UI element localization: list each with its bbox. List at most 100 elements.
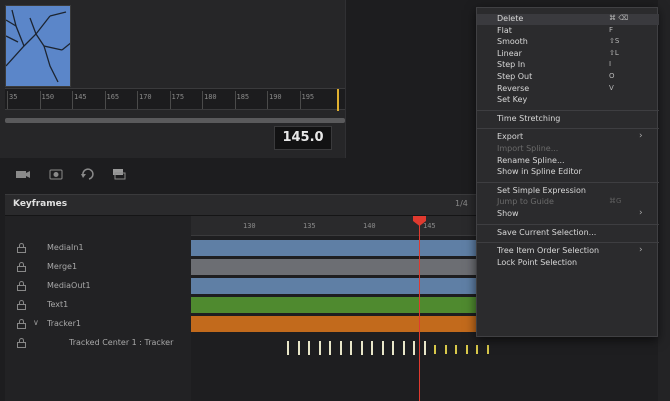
ruler-tick-label: 185 <box>236 93 250 101</box>
chevron-right-icon: › <box>639 131 643 142</box>
snapshot-icon[interactable] <box>48 166 66 180</box>
menu-item-jump-to-guide: Jump to Guide ⌘G <box>477 197 659 208</box>
keyframe-marker[interactable] <box>381 341 384 355</box>
viewer-scrub-bar[interactable] <box>5 118 345 123</box>
ruler-tick-label: 175 <box>171 93 185 101</box>
menu-item-label: Flat <box>497 25 512 35</box>
menu-item-lock-point-selection[interactable]: Lock Point Selection <box>477 258 659 269</box>
menu-item-step-in[interactable]: Step In I <box>477 60 659 71</box>
track-row-tracker1[interactable]: ∨ Tracker1 <box>5 316 191 334</box>
menu-separator <box>477 223 659 225</box>
playhead-line <box>419 216 420 401</box>
track-row-tracked-center[interactable]: Tracked Center 1 : Tracker <box>5 335 191 353</box>
lock-icon[interactable] <box>17 243 26 253</box>
menu-item-label: Save Current Selection... <box>497 227 597 237</box>
keyframe-marker[interactable] <box>434 345 436 354</box>
lock-icon[interactable] <box>17 319 26 329</box>
timeline-tick-label: 145 <box>423 222 436 230</box>
ruler-tick-line <box>234 91 236 109</box>
menu-item-reverse[interactable]: Reverse V <box>477 84 659 95</box>
refresh-icon[interactable] <box>80 166 98 180</box>
menu-item-label: Set Key <box>497 95 528 105</box>
menu-item-shortcut: I <box>609 60 612 69</box>
keyframe-marker[interactable] <box>287 341 289 355</box>
menu-item-set-key[interactable]: Set Key <box>477 95 659 106</box>
keyframe-marker[interactable] <box>350 341 352 355</box>
viewer-time-ruler[interactable]: 35 150 145 165 170 175 180 185 190 195 <box>5 88 345 111</box>
menu-item-shortcut: V <box>609 83 614 92</box>
chevron-right-icon: › <box>639 245 643 256</box>
menu-item-linear[interactable]: Linear ⇧L <box>477 49 659 60</box>
keyframe-marker[interactable] <box>402 341 405 355</box>
ruler-tick-label: 150 <box>41 93 55 101</box>
menu-separator <box>477 242 659 244</box>
ruler-tick-label: 190 <box>269 93 282 101</box>
track-row-mediain1[interactable]: MediaIn1 <box>5 240 191 258</box>
menu-separator <box>477 109 659 111</box>
keyframe-marker[interactable] <box>360 341 363 355</box>
lock-icon[interactable] <box>17 338 26 348</box>
ruler-tick-label: 195 <box>301 93 315 101</box>
keyframes-title: Keyframes <box>13 199 68 209</box>
keyframe-marker[interactable] <box>465 345 468 354</box>
keyframe-marker[interactable] <box>371 341 373 355</box>
timeline-tick-label: 140 <box>363 222 376 230</box>
keyframe-marker[interactable] <box>444 345 447 354</box>
menu-item-step-out[interactable]: Step Out O <box>477 72 659 83</box>
menu-item-tree-item-order-selection[interactable]: Tree Item Order Selection › <box>477 245 659 257</box>
keyframe-marker[interactable] <box>486 345 489 354</box>
keyframe-marker[interactable] <box>455 345 457 354</box>
menu-item-rename-spline[interactable]: Rename Spline... <box>477 156 659 167</box>
menu-item-label: Rename Spline... <box>497 155 565 165</box>
menu-item-label: Step In <box>497 60 526 70</box>
menu-item-set-simple-expression[interactable]: Set Simple Expression <box>477 186 659 197</box>
track-name: MediaIn1 <box>47 243 84 252</box>
keyframe-marker[interactable] <box>318 341 321 355</box>
menu-item-shortcut: O <box>609 72 615 80</box>
menu-item-shortcut: ⇧S <box>609 37 620 46</box>
keyframe-marker[interactable] <box>413 341 415 355</box>
menu-item-label: Reverse <box>497 83 530 93</box>
menu-separator <box>477 128 659 130</box>
menu-item-delete[interactable]: Delete ⌘ ⌫ <box>477 14 659 25</box>
track-row-merge1[interactable]: Merge1 <box>5 259 191 277</box>
menu-item-save-current-selection[interactable]: Save Current Selection... <box>477 228 659 239</box>
track-row-mediaout1[interactable]: MediaOut1 <box>5 278 191 296</box>
camera-icon[interactable] <box>14 166 32 180</box>
menu-item-show-in-spline-editor[interactable]: Show in Spline Editor <box>477 167 659 178</box>
track-row-text1[interactable]: Text1 <box>5 297 191 315</box>
menu-item-label: Export <box>497 132 524 142</box>
keyframe-marker[interactable] <box>423 341 426 355</box>
menu-item-show[interactable]: Show › <box>477 208 659 220</box>
keyframe-marker[interactable] <box>476 345 478 354</box>
keyframe-marker[interactable] <box>297 341 300 355</box>
menu-item-shortcut: ⌘ ⌫ <box>609 14 629 22</box>
menu-item-export[interactable]: Export › <box>477 131 659 143</box>
current-time-field[interactable]: 145.0 <box>274 126 332 150</box>
keyframe-marker[interactable] <box>339 341 342 355</box>
menu-item-smooth[interactable]: Smooth ⇧S <box>477 37 659 48</box>
ruler-tick-label: 170 <box>139 93 152 101</box>
chevron-down-icon[interactable]: ∨ <box>33 318 39 327</box>
menu-item-flat[interactable]: Flat F <box>477 26 659 37</box>
viewer-toolbar <box>0 160 346 190</box>
keyframe-marker[interactable] <box>329 341 331 355</box>
layers-icon[interactable] <box>110 166 128 180</box>
track-name: MediaOut1 <box>47 281 91 290</box>
keyframe-marker[interactable] <box>308 341 310 355</box>
lock-icon[interactable] <box>17 300 26 310</box>
menu-item-label: Time Stretching <box>497 113 561 123</box>
ruler-tick-line <box>7 91 8 109</box>
menu-item-import-spline: Import Spline... <box>477 144 659 155</box>
keyframe-marker[interactable] <box>392 341 394 355</box>
ruler-tick-line <box>267 91 268 109</box>
lock-icon[interactable] <box>17 262 26 272</box>
viewer-playhead[interactable] <box>337 89 339 111</box>
ruler-tick-label: 35 <box>9 93 18 101</box>
lock-icon[interactable] <box>17 281 26 291</box>
menu-item-label: Step Out <box>497 72 533 81</box>
timeline-tick-label: 135 <box>303 222 316 230</box>
zoom-option[interactable]: 1/4 <box>455 199 468 208</box>
menu-item-time-stretching[interactable]: Time Stretching <box>477 114 659 125</box>
ruler-tick-line <box>202 91 203 109</box>
